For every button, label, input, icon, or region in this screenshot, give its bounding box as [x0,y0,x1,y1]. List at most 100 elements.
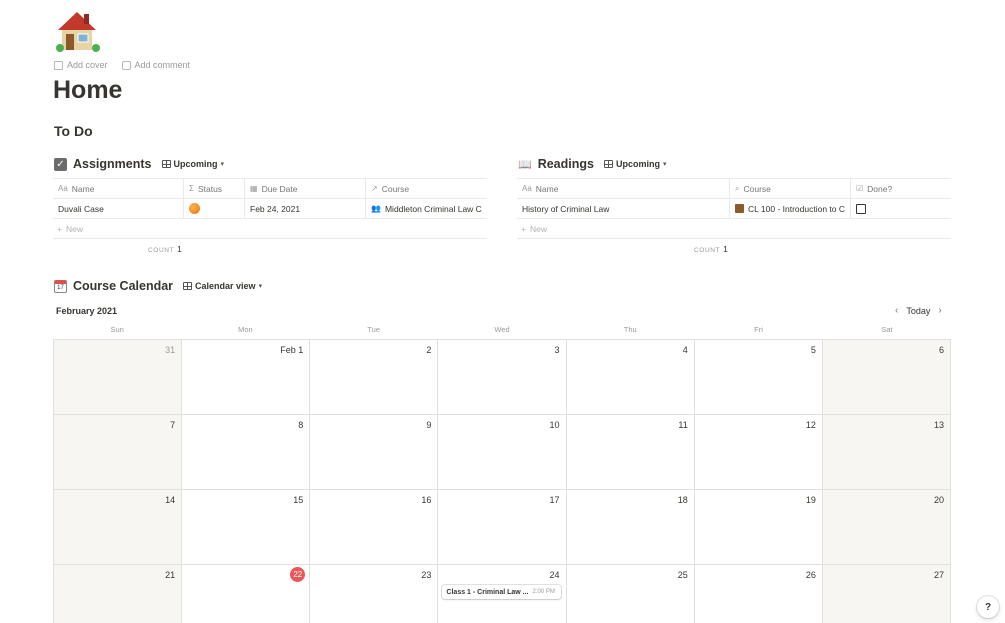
readings-view-selector[interactable]: Upcoming ▾ [603,159,666,169]
count-value: 1 [177,244,183,254]
calendar-grid: 31 Feb 1 2 3 4 5 6 7 8 9 10 11 12 13 14 … [53,339,951,623]
add-comment-label: Add comment [134,60,191,70]
assignments-view-selector[interactable]: Upcoming ▾ [161,159,224,169]
day-number: 8 [298,420,304,430]
table-row[interactable]: History of Criminal Law CL 100 - Introdu… [517,199,951,219]
calendar-icon: ▦ [250,184,258,193]
calendar-day[interactable]: 27 [822,565,951,623]
calendar-day[interactable]: 13 [822,415,951,490]
chevron-right-icon[interactable]: › [938,305,941,316]
due-date-cell[interactable]: Feb 24, 2021 [245,199,366,218]
column-label: Due Date [261,183,298,194]
add-comment-button[interactable]: Add comment [121,60,191,70]
assignments-title[interactable]: Assignments [73,157,152,171]
calendar-day[interactable]: 16 [310,490,439,565]
done-cell[interactable] [851,199,951,218]
today-marker: 22 [290,567,306,582]
chevron-left-icon[interactable]: ‹ [895,305,898,316]
calendar-title[interactable]: Course Calendar [73,279,173,293]
house-icon[interactable] [54,6,102,54]
column-course[interactable]: ⌕ Course [730,179,851,198]
calendar-day[interactable]: 2 [310,340,439,415]
plus-icon: + [57,223,62,234]
calendar-day[interactable]: 5 [694,340,823,415]
calendar-day[interactable]: 20 [822,490,951,565]
calendar-week: 31 Feb 1 2 3 4 5 6 [54,340,951,415]
name-cell[interactable]: Duvali Case [53,199,184,218]
add-cover-button[interactable]: Add cover [54,60,108,70]
column-due-date[interactable]: ▦ Due Date [245,179,366,198]
chevron-down-icon: ▾ [258,283,263,290]
day-number: 14 [165,495,176,505]
course-label: CL 100 - Introduction to C [747,203,845,214]
column-name[interactable]: Aa Name [517,179,730,198]
help-button[interactable]: ? [977,596,999,618]
calendar-day[interactable]: 31 [54,340,183,415]
calendar-day[interactable]: 23 [310,565,439,623]
table-header-row: Aa Name Σ Status ▦ Due Date ↗ Course [53,179,487,199]
course-cell[interactable]: 👥 Middleton Criminal Law C [366,199,487,218]
day-number: 20 [933,495,944,505]
day-number: 3 [554,345,560,355]
calendar-day[interactable]: 11 [566,415,695,490]
table-row[interactable]: Duvali Case Feb 24, 2021 👥 Middleton Crim… [53,199,487,219]
column-done[interactable]: ☑ Done? [851,179,951,198]
plus-icon: + [521,223,526,234]
calendar-day[interactable]: 9 [310,415,439,490]
calendar-day[interactable]: 12 [694,415,823,490]
day-number: 13 [933,420,944,430]
readings-header: 📖 Readings Upcoming ▾ [518,156,666,172]
status-cell[interactable] [184,199,245,218]
book-icon: 📖 [518,158,532,171]
assignments-count[interactable]: COUNT 1 [148,244,182,254]
calendar-day[interactable]: 7 [54,415,183,490]
calendar-view-icon [183,282,193,290]
count-label: COUNT [694,247,721,254]
column-label: Status [197,183,223,194]
calendar-day[interactable]: 18 [566,490,695,565]
day-number: 18 [677,495,688,505]
calendar-day[interactable]: 17 [438,490,567,565]
course-label: Middleton Criminal Law C [384,203,482,214]
readings-table: Aa Name ⌕ Course ☑ Done? History of Crimina… [517,178,951,239]
weekday-label: Fri [754,325,763,334]
calendar-view-selector[interactable]: Calendar view ▾ [183,281,262,291]
calendar-day[interactable]: 24 Class 1 - Criminal Law ... 2:00 PM [438,565,567,623]
calendar-event[interactable]: Class 1 - Criminal Law ... 2:00 PM [442,585,561,599]
section-heading[interactable]: To Do [54,123,93,139]
readings-count[interactable]: COUNT 1 [694,244,728,254]
calendar-day[interactable]: 10 [438,415,567,490]
day-number: 15 [293,495,304,505]
calendar-day[interactable]: 3 [438,340,567,415]
calendar-day[interactable]: 19 [694,490,823,565]
calendar-month-label: February 2021 [56,306,118,316]
calendar-day[interactable]: 25 [566,565,695,623]
calendar-day[interactable]: 6 [822,340,951,415]
calendar-day[interactable]: 15 [182,490,311,565]
calendar-header: 17 Course Calendar Calendar view ▾ [54,278,262,294]
today-button[interactable]: Today [906,306,930,316]
name-cell[interactable]: History of Criminal Law [517,199,730,218]
column-course[interactable]: ↗ Course [366,179,487,198]
done-checkbox[interactable] [856,203,866,214]
day-number: 19 [805,495,816,505]
calendar-day[interactable]: 8 [182,415,311,490]
page-title[interactable]: Home [53,76,122,105]
column-status[interactable]: Σ Status [184,179,245,198]
calendar-day[interactable]: 14 [54,490,183,565]
column-name[interactable]: Aa Name [53,179,184,198]
course-cell[interactable]: CL 100 - Introduction to C [730,199,851,218]
calendar-day[interactable]: 4 [566,340,695,415]
new-row-button[interactable]: + New [517,219,951,239]
new-row-button[interactable]: + New [53,219,487,239]
readings-title[interactable]: Readings [538,157,594,171]
column-label: Name [71,183,95,194]
day-number: 25 [677,570,688,580]
calendar-day[interactable]: Feb 1 [182,340,311,415]
calendar-day[interactable]: 21 [54,565,183,623]
calendar-day[interactable]: 22 [182,565,311,623]
day-number: 4 [682,345,688,355]
day-number: 11 [678,420,688,430]
calendar-day[interactable]: 26 [694,565,823,623]
day-number: 2 [426,345,432,355]
